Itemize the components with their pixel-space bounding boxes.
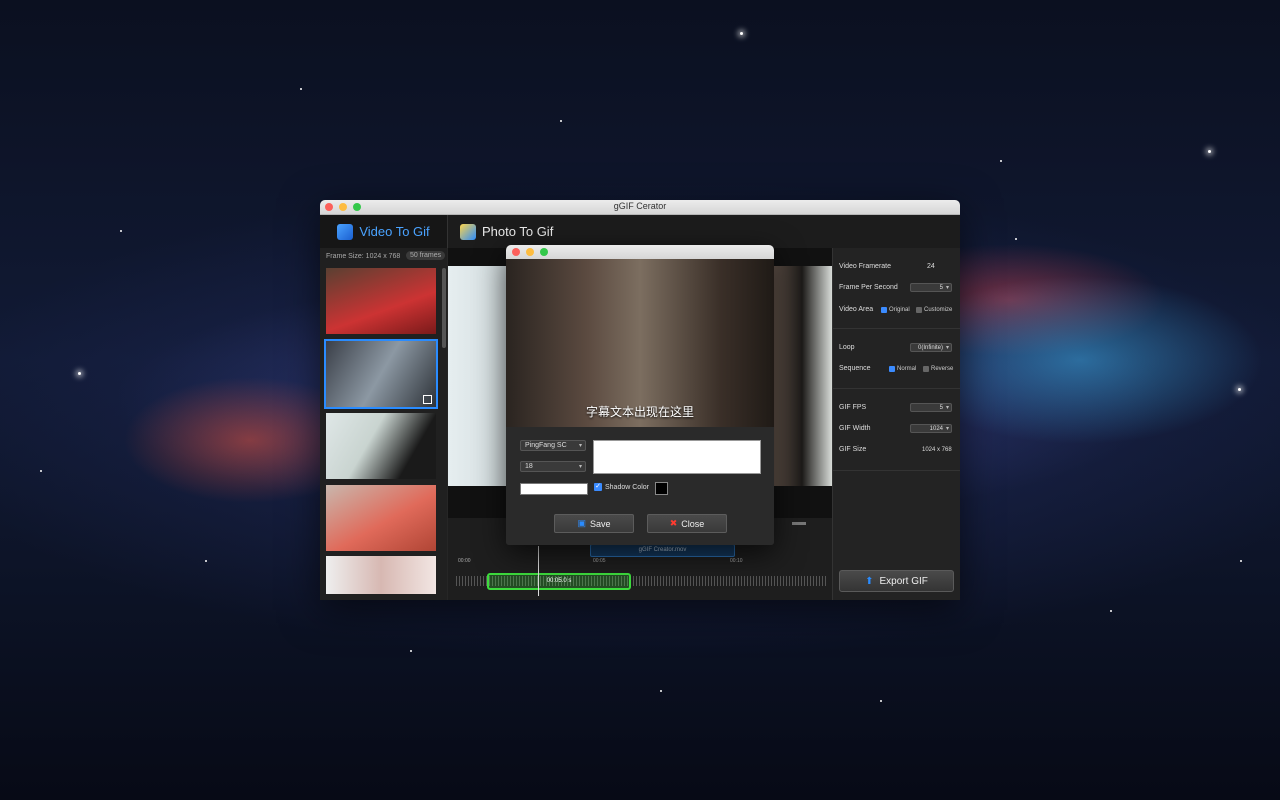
normal-checkbox[interactable]: Normal <box>889 366 916 372</box>
original-checkbox[interactable]: Original <box>881 307 910 313</box>
normal-label: Normal <box>897 366 917 372</box>
playhead[interactable] <box>538 546 539 596</box>
shadow-color-well[interactable] <box>655 482 668 495</box>
thumbnail-5[interactable] <box>326 556 436 594</box>
tab-label: Video To Gif <box>359 224 430 239</box>
caption-input[interactable] <box>593 440 761 474</box>
thumbnail-3[interactable] <box>326 413 436 479</box>
customize-label: Customize <box>924 307 953 313</box>
floppy-disk-icon: ▣ <box>577 518 586 528</box>
star <box>1240 560 1242 562</box>
check-icon <box>881 307 887 313</box>
loop-select[interactable]: 0(Infinite) <box>910 343 952 352</box>
frame-size-label: Frame Size: 1024 x 768 <box>326 253 401 260</box>
caption-text: 字幕文本出现在这里 <box>585 405 694 419</box>
minimize-dialog-button[interactable] <box>526 248 534 256</box>
thumbnail-4[interactable] <box>326 485 436 551</box>
export-icon: ⬆ <box>865 575 874 587</box>
selection-range[interactable]: 00:05.0 s <box>487 573 631 590</box>
save-button[interactable]: ▣ Save <box>554 514 634 533</box>
check-icon: ✓ <box>594 483 602 491</box>
zoom-dialog-button[interactable] <box>540 248 548 256</box>
font-select[interactable]: PingFang SC <box>520 440 586 451</box>
original-label: Original <box>889 307 910 313</box>
divider <box>833 388 960 389</box>
divider <box>833 470 960 471</box>
tab-label: Photo To Gif <box>482 224 554 239</box>
gif-width-label: GIF Width <box>839 425 871 432</box>
window-title: gGIF Cerator <box>613 201 667 211</box>
gif-fps-select[interactable]: 5 <box>910 403 952 412</box>
video-framerate-value: 24 <box>927 263 935 270</box>
star <box>205 560 207 562</box>
photo-icon <box>460 223 476 240</box>
video-cube-icon <box>337 223 354 240</box>
caption-form: PingFang SC 18 ✓ Shadow Color ▣ Save ✖ C… <box>506 427 774 545</box>
thumbnail-2[interactable] <box>324 339 438 409</box>
star <box>740 32 743 35</box>
shadow-color-checkbox[interactable]: ✓ Shadow Color <box>594 483 649 491</box>
preview-right-image <box>772 266 832 486</box>
star <box>560 120 562 122</box>
video-framerate-label: Video Framerate <box>839 263 892 270</box>
star <box>120 230 122 232</box>
gif-fps-label: GIF FPS <box>839 404 867 411</box>
star <box>410 650 412 652</box>
checkbox-box <box>916 307 922 313</box>
fps-select[interactable]: 5 <box>910 283 952 292</box>
tab-photo-to-gif[interactable]: Photo To Gif <box>460 215 553 248</box>
checkbox-box <box>923 366 929 372</box>
star <box>660 690 662 692</box>
fps-label: Frame Per Second <box>839 284 898 291</box>
star <box>1015 238 1017 240</box>
reverse-label: Reverse <box>931 366 954 372</box>
close-label: Close <box>681 518 705 529</box>
divider <box>833 328 960 329</box>
window-titlebar: gGIF Cerator <box>320 200 960 215</box>
tab-video-to-gif[interactable]: Video To Gif <box>320 215 448 248</box>
sequence-label: Sequence <box>839 365 871 372</box>
frames-panel: Frame Size: 1024 x 768 50 frames <box>320 248 447 600</box>
reverse-checkbox[interactable]: Reverse <box>923 366 953 372</box>
tick-0: 00:00 <box>458 558 471 564</box>
gif-width-select[interactable]: 1024 <box>910 424 952 433</box>
export-gif-button[interactable]: ⬆ Export GIF <box>839 570 954 592</box>
star <box>300 88 302 90</box>
close-button[interactable]: ✖ Close <box>647 514 727 533</box>
close-dialog-button[interactable] <box>512 248 520 256</box>
edit-icon[interactable] <box>423 395 432 404</box>
caption-preview-image <box>506 259 774 427</box>
save-label: Save <box>590 518 611 529</box>
star <box>1208 150 1211 153</box>
export-label: Export GIF <box>879 575 928 587</box>
text-color-well[interactable] <box>520 483 588 495</box>
gif-size-value: 1024 x 768 <box>922 447 952 453</box>
star <box>78 372 81 375</box>
frames-count-badge: 50 frames <box>406 251 446 260</box>
tick-10: 00:10 <box>730 558 743 564</box>
shadow-color-label: Shadow Color <box>605 483 649 491</box>
thumbnail-1[interactable] <box>326 268 436 334</box>
clip-bar[interactable]: gGIF Creator.mov <box>590 544 735 557</box>
star <box>1110 610 1112 612</box>
frames-scrollbar[interactable] <box>442 268 446 348</box>
star <box>40 470 42 472</box>
tab-bar: Video To Gif Photo To Gif <box>320 215 960 248</box>
gif-size-label: GIF Size <box>839 446 867 453</box>
font-size-select[interactable]: 18 <box>520 461 586 472</box>
dialog-titlebar <box>506 245 774 260</box>
star <box>1238 388 1241 391</box>
loop-label: Loop <box>839 344 855 351</box>
settings-panel: Video Framerate 24 Frame Per Second 5 Vi… <box>832 248 960 600</box>
caption-dialog: 字幕文本出现在这里 PingFang SC 18 ✓ Shadow Color … <box>506 245 774 545</box>
star <box>1000 160 1002 162</box>
close-x-icon: ✖ <box>669 518 678 528</box>
customize-checkbox[interactable]: Customize <box>916 307 952 313</box>
zoom-slider[interactable] <box>792 522 806 525</box>
video-area-label: Video Area <box>839 306 874 313</box>
star <box>880 700 882 702</box>
check-icon <box>889 366 895 372</box>
tick-5: 00:05 <box>593 558 606 564</box>
